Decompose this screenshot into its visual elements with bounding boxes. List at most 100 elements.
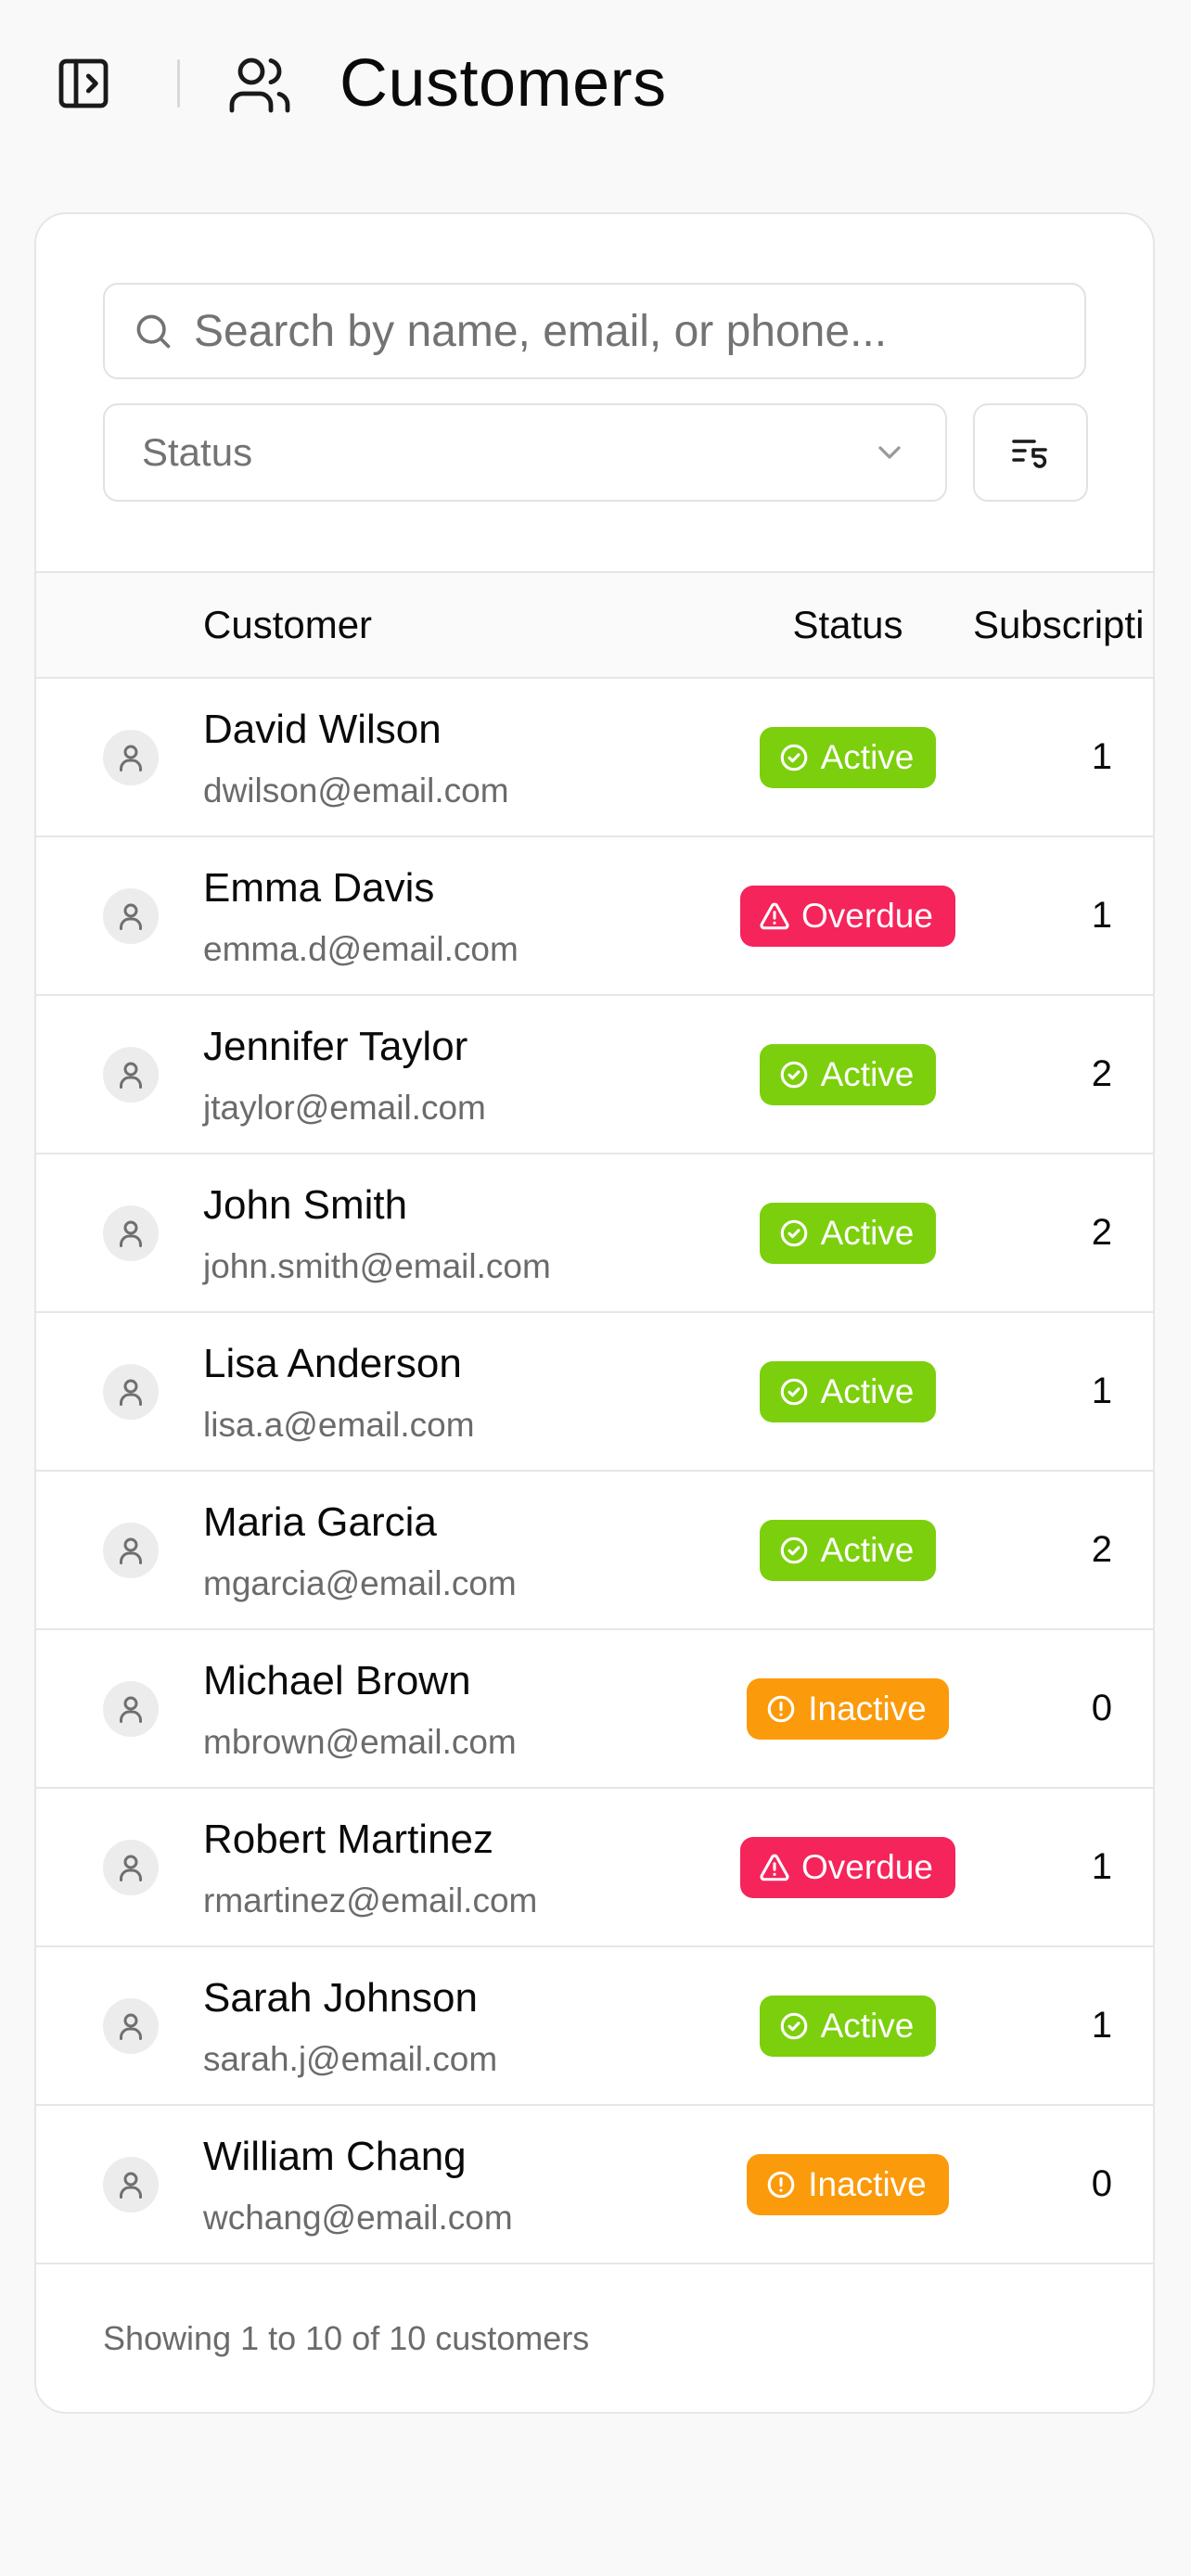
status-filter-select[interactable]: Status <box>103 403 947 502</box>
status-filter-label: Status <box>142 430 253 474</box>
customer-email: mbrown@email.com <box>203 1723 517 1761</box>
table-row[interactable]: David Wilson dwilson@email.com Active 1 <box>36 679 1153 837</box>
table-row[interactable]: Michael Brown mbrown@email.com Inactive 0 <box>36 1630 1153 1789</box>
column-header-customer[interactable]: Customer <box>203 573 372 677</box>
circle-check-icon <box>780 744 807 771</box>
status-cell: Overdue <box>685 1789 1010 1945</box>
user-icon <box>120 1379 142 1406</box>
status-badge: Active <box>759 1360 937 1422</box>
circle-check-icon <box>780 1219 807 1246</box>
page-title: Customers <box>339 46 667 121</box>
status-badge: Active <box>759 1202 937 1264</box>
avatar <box>103 1523 159 1578</box>
subscription-count: 2 <box>1091 1529 1112 1570</box>
user-icon <box>120 2172 142 2199</box>
customer-name: Maria Garcia <box>203 1499 437 1545</box>
subscription-count: 1 <box>1091 736 1112 777</box>
subscription-count: 1 <box>1091 895 1112 936</box>
status-cell: Active <box>685 679 1010 835</box>
pagination-summary: Showing 1 to 10 of 10 customers <box>103 2319 590 2357</box>
search-input[interactable] <box>194 305 1010 357</box>
circle-check-icon <box>780 1378 807 1405</box>
table-row[interactable]: Emma Davis emma.d@email.com Overdue 1 <box>36 837 1153 996</box>
avatar <box>103 1364 159 1420</box>
avatar <box>103 2157 159 2213</box>
status-badge: Inactive <box>747 1677 949 1740</box>
status-badge-label: Active <box>820 2006 915 2045</box>
status-badge: Inactive <box>747 2153 949 2215</box>
customer-email: emma.d@email.com <box>203 930 519 968</box>
status-badge-label: Overdue <box>801 896 933 935</box>
user-icon <box>120 2013 142 2040</box>
customer-name: Robert Martinez <box>203 1817 494 1862</box>
customer-name: John Smith <box>203 1182 408 1228</box>
circle-check-icon <box>780 1537 807 1563</box>
user-icon <box>120 1537 142 1564</box>
status-badge-label: Active <box>820 1371 915 1410</box>
panel-left-open-icon <box>58 58 109 108</box>
reset-filters-button[interactable] <box>973 403 1088 502</box>
table-row[interactable]: Maria Garcia mgarcia@email.com Active 2 <box>36 1472 1153 1630</box>
search-icon <box>133 311 173 351</box>
sidebar-toggle-button[interactable] <box>50 50 117 117</box>
header-divider <box>177 59 180 108</box>
column-header-status[interactable]: Status <box>732 573 964 677</box>
table-row[interactable]: Jennifer Taylor jtaylor@email.com Active 2 <box>36 996 1153 1154</box>
status-badge: Active <box>759 1519 937 1581</box>
subscription-count: 1 <box>1091 1846 1112 1887</box>
customer-email: dwilson@email.com <box>203 772 509 810</box>
user-icon <box>120 1855 142 1881</box>
top-bar: Customers <box>0 0 1191 167</box>
user-icon <box>120 903 142 930</box>
status-badge-label: Overdue <box>801 1847 933 1886</box>
customer-email: jtaylor@email.com <box>203 1089 486 1127</box>
table-row[interactable]: Sarah Johnson sarah.j@email.com Active 1 <box>36 1947 1153 2106</box>
table-body: David Wilson dwilson@email.com Active 1 Emma… <box>36 679 1153 2264</box>
list-filter-reset-icon <box>1012 440 1047 468</box>
user-icon <box>120 1696 142 1723</box>
user-icon <box>120 1062 142 1089</box>
customer-email: wchang@email.com <box>203 2199 513 2237</box>
status-badge-label: Active <box>820 1530 915 1569</box>
avatar <box>103 730 159 785</box>
customer-name: Jennifer Taylor <box>203 1024 468 1069</box>
table-row[interactable]: John Smith john.smith@email.com Active 2 <box>36 1154 1153 1313</box>
status-badge: Overdue <box>740 1836 955 1898</box>
status-cell: Active <box>685 1154 1010 1311</box>
table-header: Customer Status Subscripti <box>36 571 1153 679</box>
table-row[interactable]: Lisa Anderson lisa.a@email.com Active 1 <box>36 1313 1153 1472</box>
avatar <box>103 888 159 944</box>
table-row[interactable]: Robert Martinez rmartinez@email.com Overdu… <box>36 1789 1153 1947</box>
avatar <box>103 1205 159 1261</box>
subscription-count: 2 <box>1091 1212 1112 1253</box>
status-cell: Inactive <box>685 1630 1010 1787</box>
customer-name: Lisa Anderson <box>203 1341 462 1386</box>
subscription-count: 1 <box>1091 2005 1112 2046</box>
avatar <box>103 1998 159 2054</box>
status-cell: Active <box>685 1947 1010 2104</box>
status-cell: Inactive <box>685 2106 1010 2263</box>
status-badge: Active <box>759 1043 937 1105</box>
customer-name: David Wilson <box>203 707 442 752</box>
status-badge: Active <box>759 726 937 788</box>
search-box[interactable] <box>103 283 1086 379</box>
subscription-count: 0 <box>1091 1688 1112 1728</box>
customer-name: William Chang <box>203 2134 467 2179</box>
table-row[interactable]: William Chang wchang@email.com Inactive 0 <box>36 2106 1153 2264</box>
subscription-count: 2 <box>1091 1053 1112 1094</box>
status-badge: Active <box>759 1995 937 2057</box>
status-cell: Active <box>685 1313 1010 1470</box>
triangle-alert-icon <box>760 902 789 929</box>
customer-email: john.smith@email.com <box>203 1247 551 1285</box>
status-cell: Overdue <box>685 837 1010 994</box>
circle-alert-icon <box>767 2171 795 2198</box>
status-badge-label: Inactive <box>808 1689 927 1728</box>
customer-email: sarah.j@email.com <box>203 2040 498 2078</box>
customer-name: Emma Davis <box>203 865 435 911</box>
user-icon <box>120 745 142 772</box>
status-badge: Overdue <box>740 885 955 947</box>
triangle-alert-icon <box>760 1854 789 1881</box>
column-header-subscriptions[interactable]: Subscripti <box>973 573 1144 677</box>
customer-name: Michael Brown <box>203 1658 471 1703</box>
status-badge-label: Active <box>820 737 915 776</box>
